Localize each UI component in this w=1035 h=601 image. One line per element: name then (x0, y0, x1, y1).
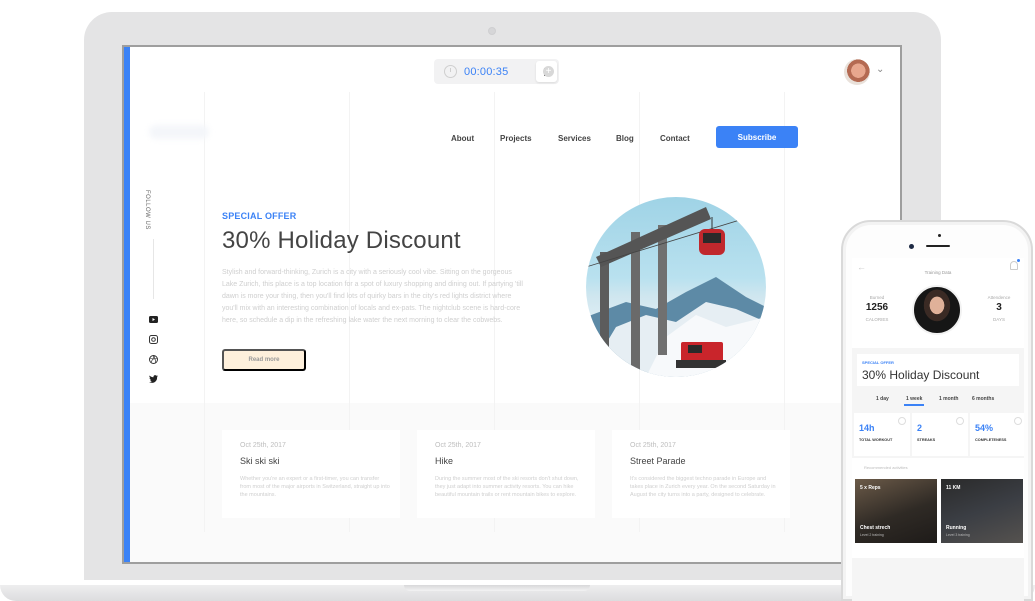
hero-description: Stylish and forward-thinking, Zurich is … (222, 269, 523, 324)
event-title: Hike (435, 456, 454, 466)
metric-total-workout: 14h TOTAL WORKOUT (854, 413, 910, 456)
burned-unit: CALORIES (865, 317, 889, 322)
activity-reps: 5 x Reps (860, 485, 881, 491)
star-icon (956, 417, 964, 425)
phone-screen: ← Training Data Burned 1256 CALORIES Att… (852, 258, 1024, 601)
event-date: Oct 25th, 2017 (630, 442, 676, 449)
grid-line (204, 92, 205, 532)
training-summary-card: ← Training Data Burned 1256 CALORIES Att… (852, 258, 1024, 348)
activity-card[interactable]: 11 KM Running Level 3 training (941, 479, 1023, 543)
activity-card[interactable]: 5 x Reps Chest strech Level 2 training (855, 479, 937, 543)
avatar[interactable] (844, 59, 870, 85)
read-more-button[interactable]: Read more (222, 349, 306, 371)
event-description: Whether you're an expert or a first-time… (240, 476, 390, 498)
event-card[interactable]: Oct 25th, 2017 Ski ski ski Whether you'r… (222, 430, 400, 518)
tab-1-day[interactable]: 1 day (876, 396, 889, 402)
tab-1-week[interactable]: 1 week (906, 396, 922, 402)
laptop-screen: 00:00:35 + ⌄ About Projects Services Blo… (122, 45, 902, 564)
chevron-down-icon[interactable]: ⌄ (876, 64, 884, 75)
dribbble-icon[interactable] (148, 354, 158, 364)
clock-icon (898, 417, 906, 425)
activity-level: Level 2 training (860, 533, 884, 537)
event-date: Oct 25th, 2017 (435, 442, 481, 449)
youtube-icon[interactable] (148, 314, 158, 324)
profile-avatar[interactable] (912, 285, 962, 335)
metric-label: COMPLETENESS (975, 438, 1007, 442)
event-title: Ski ski ski (240, 456, 280, 466)
phone-frame: ← Training Data Burned 1256 CALORIES Att… (841, 220, 1033, 601)
event-description: It's considered the biggest techno parad… (630, 476, 776, 498)
screen-title: Training Data (924, 270, 952, 275)
tab-1-month[interactable]: 1 month (939, 396, 958, 402)
attendance-value: 3 (996, 302, 1002, 313)
offer-card[interactable]: SPECIAL OFFER 30% Holiday Discount (857, 354, 1019, 386)
check-circle-icon (1014, 417, 1022, 425)
event-date: Oct 25th, 2017 (240, 442, 286, 449)
follow-us-label: FOLLOW US (144, 190, 150, 230)
event-card[interactable]: Oct 25th, 2017 Street Parade It's consid… (612, 430, 790, 518)
metric-streaks: 2 STREAKS (912, 413, 968, 456)
subscribe-button[interactable]: Subscribe (716, 126, 798, 148)
offer-title: 30% Holiday Discount (862, 368, 980, 382)
event-title: Street Parade (630, 456, 686, 466)
follow-divider (153, 239, 154, 299)
burned-label: Burned (869, 295, 885, 300)
burned-value: 1256 (865, 302, 889, 313)
laptop-notch (404, 585, 590, 591)
metric-value: 14h (859, 423, 875, 433)
phone-camera (909, 244, 914, 249)
hero-title: 30% Holiday Discount (222, 227, 461, 254)
session-timer: 00:00:35 (434, 59, 559, 84)
active-tab-indicator (904, 404, 924, 406)
laptop-camera (488, 27, 496, 35)
activity-name: Running (946, 525, 967, 531)
activity-name: Chest strech (860, 525, 891, 531)
recommended-label: Recommended activities (864, 465, 908, 470)
nav-services[interactable]: Services (558, 134, 591, 143)
nav-blog[interactable]: Blog (616, 134, 634, 143)
timer-value: 00:00:35 (464, 65, 509, 78)
hero-eyebrow: SPECIAL OFFER (222, 211, 297, 221)
tab-6-months[interactable]: 6 months (972, 396, 994, 402)
event-description: During the summer most of the ski resort… (435, 476, 579, 498)
attendance-unit: DAYS (993, 317, 1005, 322)
activity-level: Level 3 training (946, 533, 970, 537)
offer-eyebrow: SPECIAL OFFER (862, 360, 894, 365)
bell-icon[interactable] (1010, 259, 1020, 270)
metric-label: STREAKS (917, 438, 936, 442)
site-logo[interactable] (149, 125, 209, 139)
stopwatch-icon (444, 65, 457, 78)
twitter-icon[interactable] (148, 374, 158, 384)
nav-about[interactable]: About (451, 134, 474, 143)
event-card[interactable]: Oct 25th, 2017 Hike During the summer mo… (417, 430, 595, 518)
activity-distance: 11 KM (946, 485, 961, 491)
attendance-label: Attendence (987, 295, 1011, 300)
nav-contact[interactable]: Contact (660, 134, 690, 143)
phone-sensor (938, 234, 941, 237)
metric-completeness: 54% COMPLETENESS (970, 413, 1024, 456)
instagram-icon[interactable] (148, 334, 158, 344)
plus-circle-icon[interactable]: + (543, 66, 554, 77)
metric-value: 54% (975, 423, 994, 433)
cable-car-mountain-photo (586, 197, 766, 377)
metric-value: 2 (917, 423, 923, 433)
phone-speaker (926, 245, 950, 247)
nav-projects[interactable]: Projects (500, 134, 532, 143)
metric-label: TOTAL WORKOUT (859, 438, 893, 442)
